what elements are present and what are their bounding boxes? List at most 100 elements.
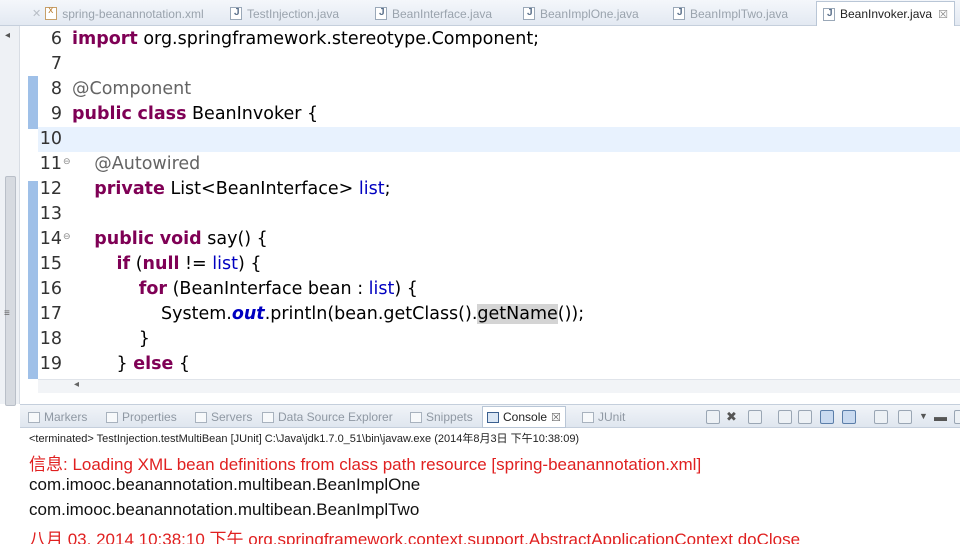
code-token: List<BeanInterface> <box>164 179 359 199</box>
display-console-icon[interactable] <box>898 410 912 424</box>
code-token: else <box>133 354 174 374</box>
view-tab-bar: Markers Properties Servers Data Source E… <box>20 404 960 428</box>
change-marker[interactable] <box>28 76 38 129</box>
remove-all-icon[interactable] <box>748 410 762 424</box>
code-line[interactable]: 17 System.out.println(bean.getClass().ge… <box>38 302 960 327</box>
code-text: } <box>72 327 150 352</box>
view-tab-servers[interactable]: Servers <box>195 408 252 426</box>
code-token: out <box>231 304 265 324</box>
view-tab-properties[interactable]: Properties <box>106 408 177 426</box>
code-token: != <box>179 254 213 274</box>
code-token: if <box>116 254 131 274</box>
vertical-scrollbar[interactable] <box>5 176 16 406</box>
code-line[interactable]: 8 @Component <box>38 77 960 102</box>
close-icon[interactable]: ☒ <box>938 8 948 21</box>
line-number: 19 <box>39 354 62 374</box>
snippets-icon <box>410 411 422 423</box>
close-icon[interactable]: ✕ <box>32 7 41 20</box>
code-line[interactable]: 12 private List<BeanInterface> list; <box>38 177 960 202</box>
pin-console-icon[interactable] <box>874 410 888 424</box>
code-text: public void say() { <box>72 227 268 252</box>
editor-tab-spring-beanannotation-xml[interactable]: ✕ spring-beanannotation.xml <box>32 3 204 24</box>
java-file-icon <box>823 7 835 21</box>
clear-console-icon[interactable] <box>778 410 792 424</box>
grip-icon[interactable]: ≡ <box>4 308 10 319</box>
line-number: 13 <box>39 204 62 224</box>
code-line[interactable]: 15 if (null != list) { <box>38 252 960 277</box>
markers-icon <box>28 411 40 423</box>
view-tab-data-source-explorer[interactable]: Data Source Explorer <box>262 408 393 426</box>
code-token: ()); <box>557 304 585 324</box>
code-token: @Autowired <box>94 154 201 174</box>
fold-toggle-icon[interactable]: ⊖ <box>63 150 71 175</box>
change-marker[interactable] <box>28 181 38 379</box>
code-token: ) { <box>237 254 262 274</box>
close-icon[interactable]: ☒ <box>551 411 561 424</box>
code-token: class <box>137 104 187 124</box>
code-text: if (null != list) { <box>72 252 262 277</box>
view-tab-markers[interactable]: Markers <box>28 408 87 426</box>
code-line[interactable]: 6 import org.springframework.stereotype.C… <box>38 27 960 52</box>
fold-toggle-icon[interactable]: ⊖ <box>63 225 71 250</box>
code-text: import org.springframework.stereotype.Co… <box>72 27 539 52</box>
line-number: 18 <box>39 329 62 349</box>
java-file-icon <box>523 7 535 20</box>
console-line: 八月 03, 2014 10:38:10 下午 org.springframew… <box>29 530 801 544</box>
editor-tab-beaninvoker[interactable]: BeanInvoker.java ☒ <box>816 1 955 26</box>
code-line[interactable]: 13 <box>38 202 960 227</box>
code-line[interactable]: 16 for (BeanInterface bean : list) { <box>38 277 960 302</box>
code-token: null <box>142 254 180 274</box>
code-text: } else { <box>72 352 191 377</box>
code-token: } <box>72 329 150 349</box>
code-token: public <box>94 229 155 249</box>
code-token: import <box>72 29 138 49</box>
editor-tab-bar: ✕ spring-beanannotation.xml TestInjectio… <box>0 0 960 26</box>
console-output[interactable]: <terminated> TestInjection.testMultiBean… <box>20 428 960 544</box>
code-line[interactable]: 9 public class BeanInvoker { <box>38 102 960 127</box>
code-text: for (BeanInterface bean : list) { <box>72 277 418 302</box>
editor-tab-testinjection[interactable]: TestInjection.java <box>230 3 339 24</box>
code-token: list <box>212 254 238 274</box>
line-number: 17 <box>39 304 62 324</box>
code-token: { <box>173 354 191 374</box>
junit-icon <box>582 411 594 423</box>
editor-tab-beaninterface[interactable]: BeanInterface.java <box>375 3 492 24</box>
code-line[interactable]: 19 } else { <box>38 352 960 377</box>
editor-tab-beanimplone[interactable]: BeanImplOne.java <box>523 3 639 24</box>
chevron-left-icon[interactable]: ◂ <box>5 30 10 41</box>
view-tab-junit[interactable]: JUnit <box>582 408 625 426</box>
java-file-icon <box>375 7 387 20</box>
editor-tab-beanimpltwo[interactable]: BeanImplTwo.java <box>673 3 788 24</box>
code-token: ; <box>384 179 391 199</box>
chevron-left-icon[interactable]: ◂ <box>74 379 79 390</box>
line-number: 11 <box>39 154 62 174</box>
code-token: list <box>358 179 385 199</box>
view-tab-snippets[interactable]: Snippets <box>410 408 473 426</box>
code-editor[interactable]: 6 import org.springframework.stereotype.C… <box>38 27 960 379</box>
code-line[interactable]: 18 } <box>38 327 960 352</box>
code-line[interactable]: 7 <box>38 52 960 77</box>
code-line[interactable]: 11 ⊖ @Autowired <box>38 152 960 177</box>
code-text: public class BeanInvoker { <box>72 102 318 127</box>
minimize-icon[interactable]: ▬ <box>934 409 947 424</box>
console-line: 信息: Loading XML bean definitions from cl… <box>29 455 702 474</box>
code-token: private <box>94 179 165 199</box>
terminate-icon[interactable] <box>706 410 720 424</box>
horizontal-scrollbar[interactable]: ◂ <box>38 379 960 393</box>
line-number: 7 <box>50 54 62 74</box>
code-line[interactable]: 14 ⊖ public void say() { <box>38 227 960 252</box>
scroll-lock-icon[interactable] <box>798 410 812 424</box>
code-token: public <box>72 104 132 124</box>
remove-launch-icon[interactable]: ✖ <box>726 409 737 425</box>
maximize-icon[interactable] <box>954 410 960 424</box>
view-tab-console[interactable]: Console ☒ <box>482 406 566 428</box>
show-on-stderr-icon[interactable] <box>842 410 856 424</box>
code-line[interactable]: 10 <box>38 127 960 152</box>
java-file-icon <box>230 7 242 20</box>
editor-ruler <box>28 26 38 379</box>
show-on-stdout-icon[interactable] <box>820 410 834 424</box>
chevron-down-icon[interactable]: ▼ <box>919 411 928 421</box>
